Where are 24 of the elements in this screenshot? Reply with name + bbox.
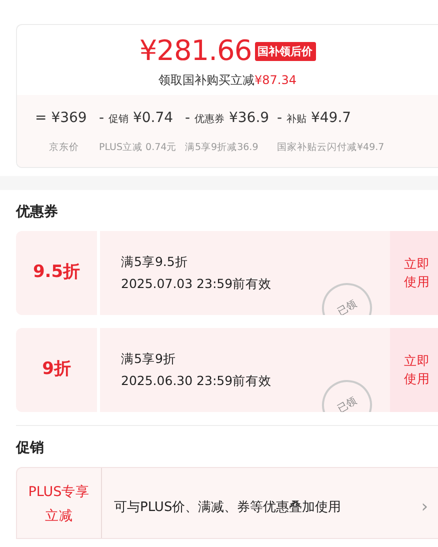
breakdown-caption: 京东价 <box>49 142 79 153</box>
section-title: 促销 <box>16 439 45 458</box>
promotion-text: 可与PLUS价、满减、券等优惠叠加使用 <box>113 499 342 518</box>
price: ¥281.66 <box>139 34 252 67</box>
price-breakdown-item: - 促销 ¥0.74 <box>99 110 174 126</box>
coupon-discount: 9.5折 <box>16 231 100 315</box>
coupon-validity: 2025.07.03 23:59前有效 <box>121 275 273 293</box>
breakdown-caption: 国家补贴云闪付减¥49.7 <box>277 142 384 153</box>
price-tag: 国补领后价 <box>254 42 316 61</box>
use-now-button[interactable]: 立即使用 <box>390 231 438 315</box>
breakdown-caption: 满5享9折减36.9 <box>185 142 258 153</box>
price-breakdown-item: - 优惠券 ¥36.9 <box>185 110 270 126</box>
promotion-tag: PLUS专享立减 <box>17 468 102 538</box>
coupon-validity: 2025.06.30 23:59前有效 <box>121 372 273 390</box>
breakdown-caption: PLUS立减 0.74元 <box>99 142 177 153</box>
subsidy-text: 领取国补购买立减¥87.34 <box>158 73 296 87</box>
price-breakdown-item: - 补贴 ¥49.7 <box>277 110 352 126</box>
coupon-discount: 9折 <box>16 328 100 412</box>
chevron-icon[interactable]: › <box>421 485 438 521</box>
coupon-rule: 满5享9.5折 <box>121 253 189 271</box>
section-title: 优惠券 <box>16 203 59 222</box>
coupon-rule: 满5享9折 <box>121 350 177 368</box>
use-now-button[interactable]: 立即使用 <box>390 328 438 412</box>
price-breakdown-item: = ¥369 <box>35 110 87 126</box>
